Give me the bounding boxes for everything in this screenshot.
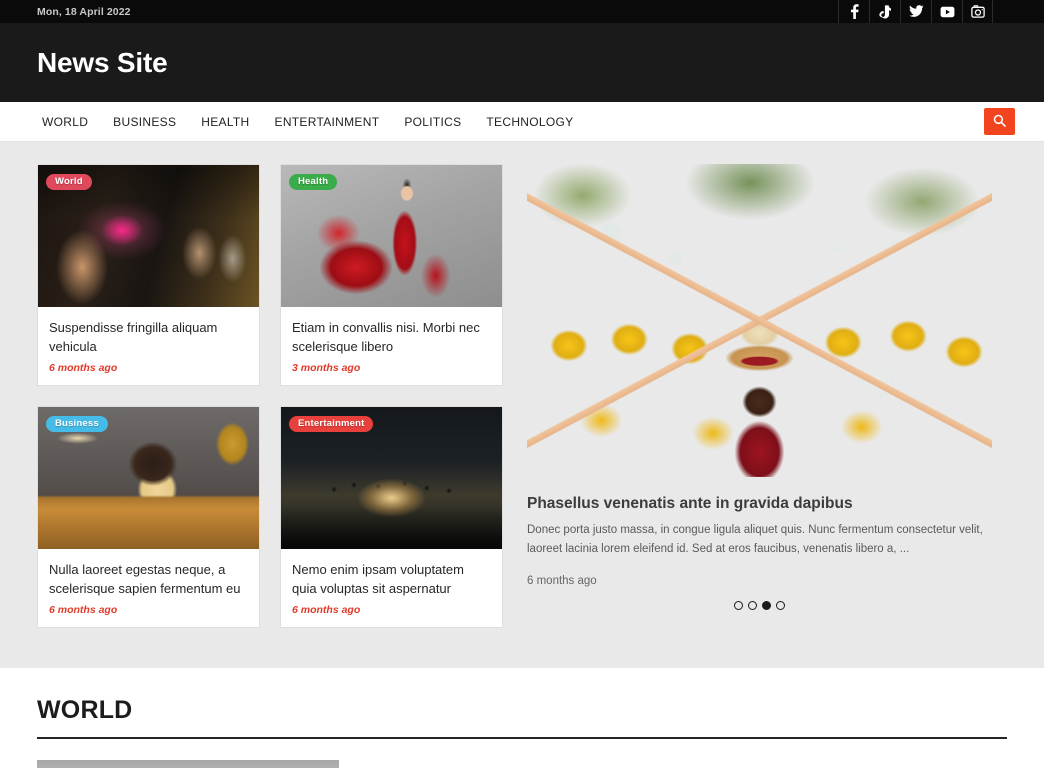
carousel-dot[interactable] <box>748 601 757 610</box>
card-date: 6 months ago <box>49 604 248 616</box>
nav-link-label[interactable]: POLITICS <box>404 115 461 129</box>
twitter-icon[interactable] <box>900 0 931 23</box>
featured-card-grid: World Suspendisse fringilla aliquam vehi… <box>37 164 502 628</box>
nav-item-politics[interactable]: POLITICS <box>404 113 461 131</box>
hero-excerpt: Donec porta justo massa, in congue ligul… <box>527 521 992 559</box>
card-thumbnail[interactable]: World <box>38 165 259 307</box>
nav-link-label[interactable]: HEALTH <box>201 115 249 129</box>
social-links <box>838 0 993 23</box>
hero-article: Phasellus venenatis ante in gravida dapi… <box>527 164 992 628</box>
carousel-dot[interactable] <box>734 601 743 610</box>
category-badge[interactable]: Business <box>46 416 108 432</box>
facebook-icon[interactable] <box>838 0 869 23</box>
nav-link-list: WORLD BUSINESS HEALTH ENTERTAINMENT POLI… <box>0 113 573 131</box>
card-title[interactable]: Nulla laoreet egestas neque, a scelerisq… <box>49 560 248 598</box>
carousel-dots <box>527 601 992 610</box>
card-title[interactable]: Suspendisse fringilla aliquam vehicula <box>49 318 248 356</box>
carousel-dot[interactable] <box>776 601 785 610</box>
nav-link-label[interactable]: ENTERTAINMENT <box>275 115 380 129</box>
nav-link-label[interactable]: TECHNOLOGY <box>486 115 573 129</box>
card-body: Nulla laoreet egestas neque, a scelerisq… <box>38 549 259 627</box>
card-thumbnail[interactable]: Health <box>281 165 502 307</box>
youtube-icon[interactable] <box>931 0 962 23</box>
search-icon <box>993 114 1006 130</box>
world-article-thumbnail[interactable] <box>37 760 339 768</box>
category-badge[interactable]: World <box>46 174 92 190</box>
search-button[interactable] <box>984 108 1015 135</box>
card-body: Etiam in convallis nisi. Morbi nec scele… <box>281 307 502 385</box>
nav-item-technology[interactable]: TECHNOLOGY <box>486 113 573 131</box>
nav-link-label[interactable]: BUSINESS <box>113 115 176 129</box>
nav-link-label[interactable]: WORLD <box>42 115 88 129</box>
tiktok-icon[interactable] <box>869 0 900 23</box>
nav-item-business[interactable]: BUSINESS <box>113 113 176 131</box>
carousel-dot-active[interactable] <box>762 601 771 610</box>
hero-title[interactable]: Phasellus venenatis ante in gravida dapi… <box>527 494 992 514</box>
card-date: 6 months ago <box>49 362 248 374</box>
card-title[interactable]: Nemo enim ipsam voluptatem quia voluptas… <box>292 560 491 598</box>
nav-item-health[interactable]: HEALTH <box>201 113 249 131</box>
news-card[interactable]: World Suspendisse fringilla aliquam vehi… <box>37 164 260 386</box>
current-date: Mon, 18 April 2022 <box>0 6 131 18</box>
news-card[interactable]: Business Nulla laoreet egestas neque, a … <box>37 406 260 628</box>
nav-item-entertainment[interactable]: ENTERTAINMENT <box>275 113 380 131</box>
card-date: 3 months ago <box>292 362 491 374</box>
main-navigation: WORLD BUSINESS HEALTH ENTERTAINMENT POLI… <box>0 102 1044 142</box>
hero-date: 6 months ago <box>527 575 992 587</box>
top-bar: Mon, 18 April 2022 <box>0 0 1044 23</box>
world-article-grid <box>37 760 1007 768</box>
card-title[interactable]: Etiam in convallis nisi. Morbi nec scele… <box>292 318 491 356</box>
card-thumbnail[interactable]: Business <box>38 407 259 549</box>
category-badge[interactable]: Entertainment <box>289 416 373 432</box>
section-heading-world: WORLD <box>37 696 1007 739</box>
site-title[interactable]: News Site <box>0 47 167 79</box>
card-body: Suspendisse fringilla aliquam vehicula 6… <box>38 307 259 385</box>
news-card[interactable]: Health Etiam in convallis nisi. Morbi ne… <box>280 164 503 386</box>
featured-section: World Suspendisse fringilla aliquam vehi… <box>0 142 1044 668</box>
card-body: Nemo enim ipsam voluptatem quia voluptas… <box>281 549 502 627</box>
hero-thumbnail[interactable] <box>527 164 992 477</box>
category-badge[interactable]: Health <box>289 174 337 190</box>
news-card[interactable]: Entertainment Nemo enim ipsam voluptatem… <box>280 406 503 628</box>
site-masthead: News Site <box>0 23 1044 102</box>
card-date: 6 months ago <box>292 604 491 616</box>
nav-item-world[interactable]: WORLD <box>42 113 88 131</box>
card-thumbnail[interactable]: Entertainment <box>281 407 502 549</box>
instagram-icon[interactable] <box>962 0 993 23</box>
world-section: WORLD <box>37 668 1007 768</box>
